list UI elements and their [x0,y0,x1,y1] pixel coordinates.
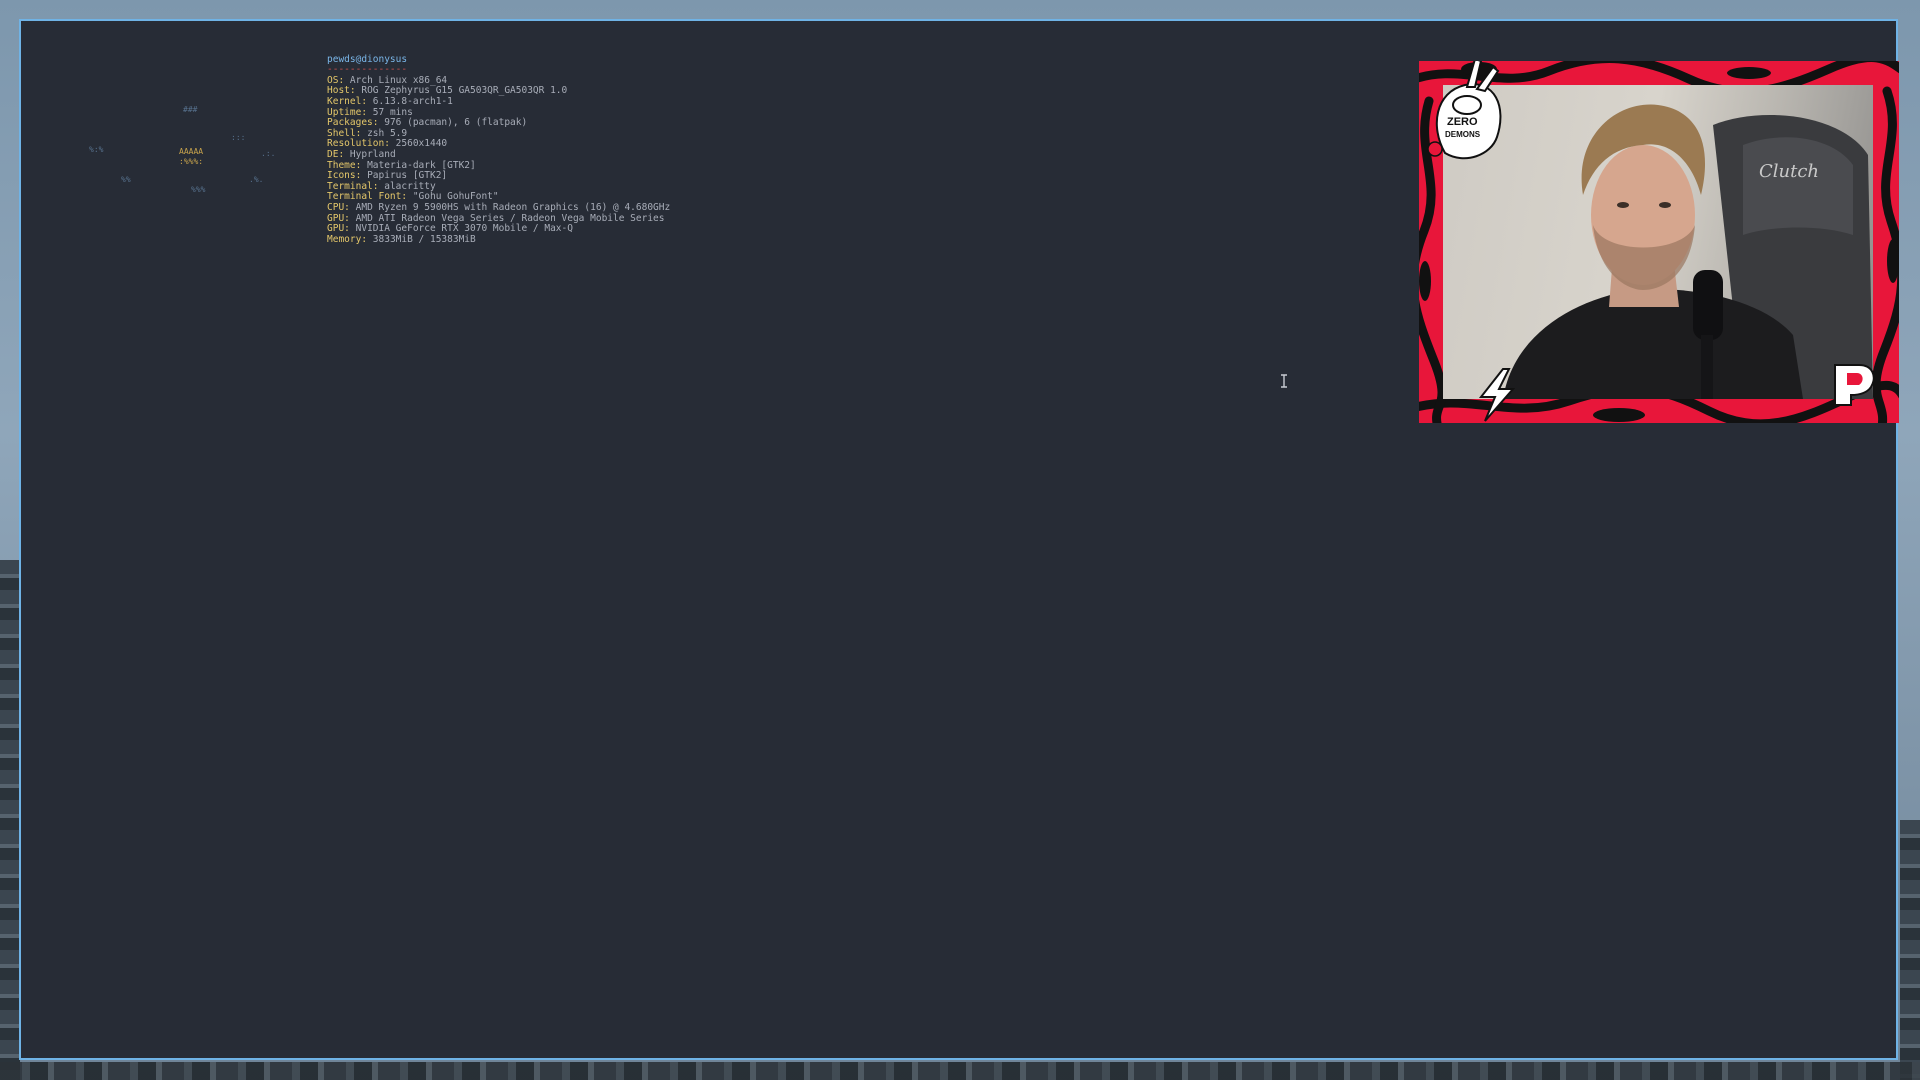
info-key: Icons [327,170,356,182]
info-line: Memory: 3833MiB / 15383MiB [327,233,476,245]
info-line: Terminal: alacritty [327,180,436,192]
info-key: OS [327,74,339,86]
sticker-text-line1: ZERO [1447,116,1478,128]
logo-mark: :%%%: [179,157,204,166]
info-line: Terminal Font: "Gohu GohuFont" [327,191,499,203]
logo-mark: .%. [249,175,264,184]
info-key: Terminal Font [327,191,402,203]
info-value: Hyprland [349,148,396,160]
info-line: Resolution: 2560x1440 [327,138,448,150]
info-value: Materia-dark [GTK2] [367,159,476,171]
logo-mark: ### [183,105,198,114]
logo-mark: %% [121,175,131,184]
info-value: 2560x1440 [395,138,448,150]
info-line: GPU: NVIDIA GeForce RTX 3070 Mobile / Ma… [327,223,573,235]
info-line: OS: Arch Linux x86_64 [327,74,448,86]
info-key: Theme [327,159,356,171]
logo-mark: %:% [89,145,104,154]
info-value: "Gohu GohuFont" [412,191,499,203]
logo-mark: .:. [261,149,276,158]
wallpaper-right-edge [1900,820,1920,1080]
neofetch-sysinfo[interactable]: pewds@dionysus -------------- OS: Arch L… [327,44,670,256]
info-value: 57 mins [372,106,413,118]
brand-p-logo-icon [1834,364,1875,406]
info-key: Terminal [327,180,373,192]
info-value: zsh 5.9 [367,127,408,139]
info-value: ROG Zephyrus G15 GA503QR_GA503QR 1.0 [361,85,568,97]
info-line: DE: Hyprland [327,148,396,160]
info-key: Memory [327,233,362,245]
text-cursor-icon [1281,374,1287,388]
info-line: GPU: AMD ATI Radeon Vega Series / Radeon… [327,212,665,224]
info-key: Shell [327,127,356,139]
logo-mark: ::: [231,133,246,142]
info-key: Uptime [327,106,362,118]
info-value: 3833MiB / 15383MiB [372,233,476,245]
info-line: CPU: AMD Ryzen 9 5900HS with Radeon Grap… [327,201,671,213]
info-key: GPU [327,223,345,235]
info-line: Uptime: 57 mins [327,106,413,118]
info-value: NVIDIA GeForce RTX 3070 Mobile / Max-Q [355,223,573,235]
info-value: AMD ATI Radeon Vega Series / Radeon Vega… [355,212,665,224]
sticker-text-line2: DEMONS [1445,130,1481,139]
logo-mark: %%% [191,185,206,194]
logo-mark: AAAAA [179,147,204,156]
info-value: Papirus [GTK2] [367,170,448,182]
info-line: Host: ROG Zephyrus G15 GA503QR_GA503QR 1… [327,85,568,97]
info-key: Packages [327,117,373,129]
separator-line: -------------- [327,64,408,76]
info-key: Resolution [327,138,385,150]
zero-demons-sticker-icon: ZERO DEMONS [1427,61,1502,160]
info-value: AMD Ryzen 9 5900HS with Radeon Graphics … [355,201,671,213]
info-line: Icons: Papirus [GTK2] [327,170,448,182]
wallpaper-bottom-edge [0,1062,1920,1080]
info-value: Arch Linux x86_64 [349,74,448,86]
wallpaper-left-edge [0,560,20,1080]
info-line: Kernel: 6.13.8-arch1-1 [327,95,453,107]
info-value: 6.13.8-arch1-1 [372,95,453,107]
info-line: Shell: zsh 5.9 [327,127,408,139]
user-host: pewds@dionysus [327,53,408,65]
webcam-overlay: Clutch ZERO DEMONS [1419,61,1899,423]
info-key: GPU [327,212,345,224]
info-line: Theme: Materia-dark [GTK2] [327,159,476,171]
info-key: Kernel [327,95,362,107]
lightning-bolt-icon [1478,368,1516,422]
chair-brand-text: Clutch [1759,161,1819,182]
info-line: Packages: 976 (pacman), 6 (flatpak) [327,117,528,129]
info-key: Host [327,85,350,97]
info-key: CPU [327,201,345,213]
info-key: DE [327,148,339,160]
neofetch-logo: ### ::: %:% AAAAA :%%%: .:. %% %%% .%. [71,83,311,213]
info-value: alacritty [384,180,436,192]
info-value: 976 (pacman), 6 (flatpak) [384,117,528,129]
